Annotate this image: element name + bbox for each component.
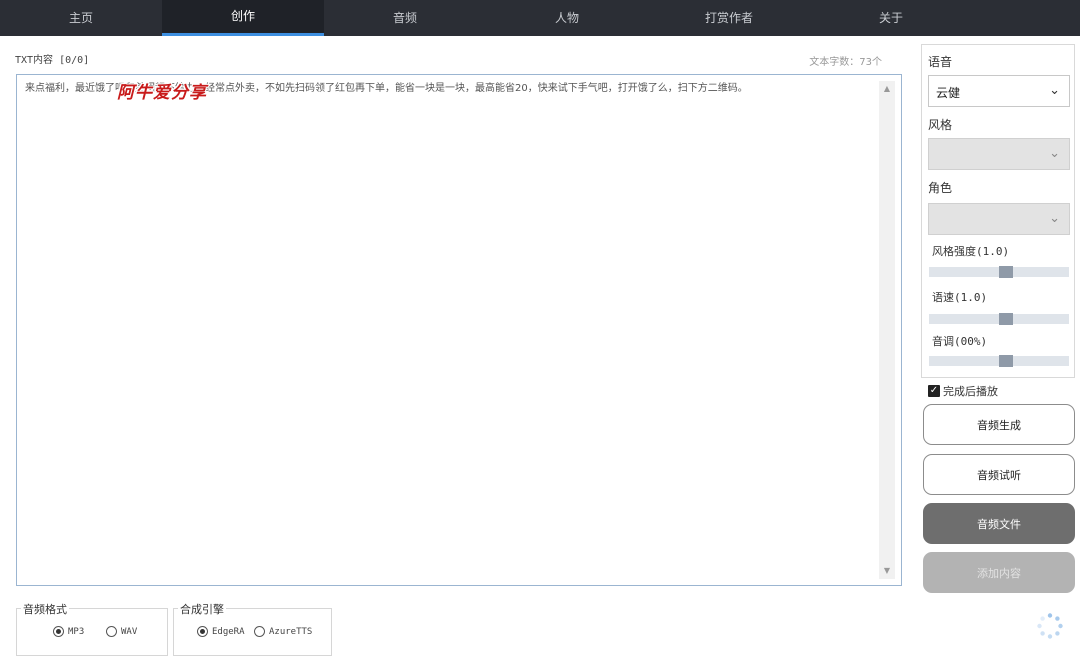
style-label: 风格 (928, 118, 953, 132)
scroll-down-icon[interactable]: ▼ (879, 563, 895, 579)
chevron-down-icon: ⌄ (1049, 211, 1060, 226)
style-strength-slider[interactable] (929, 266, 1069, 278)
pitch-label: 音调(00%) (932, 335, 988, 348)
speed-slider[interactable] (929, 313, 1069, 325)
play-after-checkbox[interactable]: ✓ (928, 385, 940, 397)
radio-wav[interactable]: WAV (106, 626, 137, 637)
tab-create[interactable]: 创作 (162, 0, 324, 36)
generate-audio-button[interactable]: 音频生成 (923, 404, 1075, 445)
tab-donate[interactable]: 打赏作者 (648, 0, 810, 36)
radio-azure[interactable]: AzureTTS (254, 626, 312, 637)
radio-wav-label: WAV (121, 626, 138, 637)
loading-spinner-icon (1037, 613, 1063, 639)
engine-legend: 合成引擎 (178, 601, 226, 617)
tab-audio[interactable]: 音频 (324, 0, 486, 36)
txt-content-label: TXT内容 [0/0] (15, 55, 90, 66)
voice-label: 语音 (928, 55, 953, 69)
tab-home[interactable]: 主页 (0, 0, 162, 36)
voice-value: 云健 (936, 86, 961, 100)
add-content-button: 添加内容 (923, 552, 1075, 593)
scroll-up-icon[interactable]: ▲ (879, 81, 895, 97)
style-strength-thumb[interactable] (999, 266, 1013, 278)
play-after-checkbox-row[interactable]: ✓ 完成后播放 (928, 383, 998, 399)
radio-azure-label: AzureTTS (269, 626, 313, 637)
engine-group: 合成引擎 EdgeRA AzureTTS (173, 601, 332, 656)
style-select[interactable]: ⌄ (928, 138, 1070, 170)
watermark-logo: 阿牛爱分享 (117, 83, 207, 103)
top-nav: 主页 创作 音频 人物 打赏作者 关于 (0, 0, 1080, 36)
char-count: 文本字数：73个 (809, 57, 882, 68)
settings-panel: 语音 云健 ⌄ 风格 ⌄ 角色 ⌄ 风格强度(1.0) 语速(1.0) 音调(0… (921, 44, 1075, 378)
role-label: 角色 (928, 181, 953, 195)
radio-wav-circle[interactable] (106, 626, 117, 637)
radio-mp3-circle[interactable] (53, 626, 64, 637)
audio-file-button[interactable]: 音频文件 (923, 503, 1075, 544)
play-after-label: 完成后播放 (943, 385, 998, 398)
chevron-down-icon: ⌄ (1049, 83, 1060, 98)
voice-select[interactable]: 云健 ⌄ (928, 75, 1070, 107)
text-input[interactable]: 来点福利，最近饿了吗和美团都不给力，经常点外卖，不如先扫码领了红包再下单，能省一… (16, 74, 902, 586)
speed-label: 语速(1.0) (932, 291, 988, 304)
style-strength-label: 风格强度(1.0) (932, 245, 1010, 258)
role-select[interactable]: ⌄ (928, 203, 1070, 235)
pitch-thumb[interactable] (999, 355, 1013, 367)
chevron-down-icon: ⌄ (1049, 146, 1060, 161)
radio-edge-label: EdgeRA (212, 626, 245, 637)
speed-thumb[interactable] (999, 313, 1013, 325)
radio-edge-circle[interactable] (197, 626, 208, 637)
preview-audio-button[interactable]: 音频试听 (923, 454, 1075, 495)
radio-edge[interactable]: EdgeRA (197, 626, 245, 637)
audio-format-group: 音频格式 MP3 WAV (16, 601, 168, 656)
radio-azure-circle[interactable] (254, 626, 265, 637)
tab-about[interactable]: 关于 (810, 0, 972, 36)
radio-mp3[interactable]: MP3 (53, 626, 84, 637)
audio-format-legend: 音频格式 (21, 601, 69, 617)
vertical-scrollbar[interactable]: ▲ ▼ (879, 81, 895, 579)
pitch-slider[interactable] (929, 355, 1069, 367)
radio-mp3-label: MP3 (68, 626, 85, 637)
tab-characters[interactable]: 人物 (486, 0, 648, 36)
